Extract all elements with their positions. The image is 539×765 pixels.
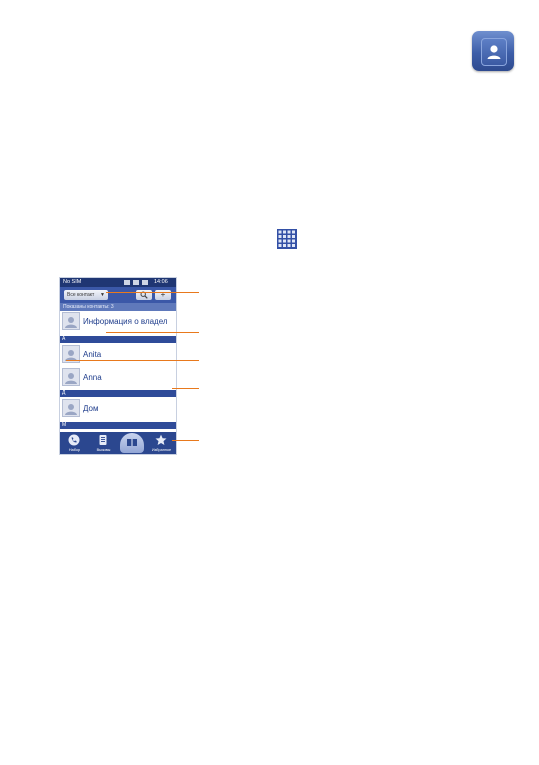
tab-call-log[interactable]: Вызовы xyxy=(89,432,118,454)
avatar xyxy=(62,368,80,386)
contacts-app-icon xyxy=(472,31,514,71)
tab-label: Вызовы xyxy=(96,448,111,452)
callout-line-filter xyxy=(106,292,199,293)
contact-name: Anita xyxy=(83,350,102,359)
status-bar: No SIM 14:06 xyxy=(60,278,176,287)
contact-row-dom[interactable]: Дом xyxy=(60,398,176,418)
section-header-m: M xyxy=(60,422,176,429)
sim-icon xyxy=(124,280,130,285)
avatar xyxy=(62,399,80,417)
contact-name: Информация о владел xyxy=(83,317,168,326)
call-log-icon xyxy=(97,434,109,446)
contact-row-anita[interactable]: Anita xyxy=(60,344,176,364)
tab-dialer[interactable]: Набор xyxy=(60,432,89,454)
star-icon xyxy=(155,434,167,446)
owner-contact-row[interactable]: Информация о владел xyxy=(60,311,176,331)
contact-name: Дом xyxy=(83,404,99,413)
contact-row-anna[interactable]: Anna xyxy=(60,367,176,387)
bottom-tab-bar: Набор Вызовы Избранное xyxy=(60,432,176,454)
tab-label: Набор xyxy=(68,448,81,452)
section-header-a: A xyxy=(60,336,176,343)
groups-icon xyxy=(126,437,138,449)
section-letter: Д xyxy=(62,390,66,396)
contact-name: Anna xyxy=(83,373,102,382)
chevron-down-icon: ▼ xyxy=(100,292,105,298)
contact-count-bar: Показаны контакты: 3 xyxy=(60,303,176,311)
avatar xyxy=(62,312,80,330)
section-letter: A xyxy=(62,336,66,342)
callout-line-owner xyxy=(106,332,199,333)
section-letter: M xyxy=(62,422,67,428)
contact-count-label: Показаны контакты: 3 xyxy=(63,304,114,310)
signal-icon xyxy=(133,280,139,285)
tab-label: Избранное xyxy=(151,448,172,452)
contacts-toolbar: Все контакт ▼ + xyxy=(60,287,176,303)
tab-favorites[interactable]: Избранное xyxy=(147,432,176,454)
phone-screenshot: No SIM 14:06 Все контакт ▼ + Показаны ко… xyxy=(59,277,177,455)
carrier-label: No SIM xyxy=(63,279,82,285)
contact-filter-dropdown[interactable]: Все контакт ▼ xyxy=(64,290,108,300)
tab-contacts[interactable] xyxy=(118,432,147,454)
callout-line-contact xyxy=(66,360,199,361)
filter-label: Все контакт xyxy=(67,292,95,298)
battery-icon xyxy=(142,280,148,285)
section-header-d: Д xyxy=(60,390,176,397)
dialer-icon xyxy=(68,434,80,446)
callout-line-favorites xyxy=(172,440,199,441)
status-time: 14:06 xyxy=(154,279,168,285)
callout-line-section xyxy=(172,388,199,389)
app-grid-icon xyxy=(277,229,297,249)
